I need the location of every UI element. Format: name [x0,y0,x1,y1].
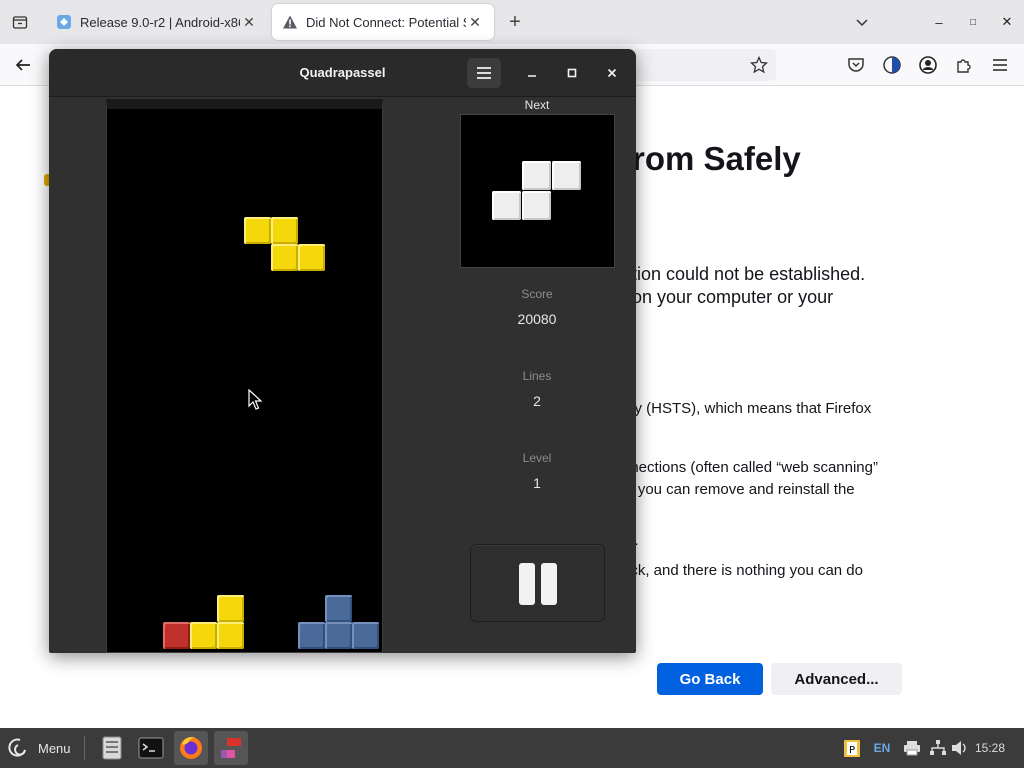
pause-button[interactable] [470,544,605,622]
close-window-button[interactable]: ✕ [997,12,1017,32]
pause-icon [541,563,557,605]
level-value: 1 [533,475,541,491]
falling-block [271,217,298,244]
menu-label: Menu [38,740,71,756]
level-label: Level [522,451,552,465]
terminal-icon[interactable] [134,731,168,765]
page-title: rom Safely [632,140,801,177]
extensions-icon[interactable] [953,54,975,76]
next-piece-block [522,191,551,220]
volume-icon[interactable] [950,738,970,758]
taskbar: Menu P EN 15:28 [0,728,1024,768]
lines-label: Lines [522,369,552,383]
settled-block [163,622,190,649]
quadrapassel-window: Quadrapassel Next Score 20080 Lines 2 Le… [49,49,636,653]
settled-block [325,622,352,649]
next-piece-block [522,161,551,190]
debian-swirl-icon [8,738,26,757]
web-scanning-text: nnections (often called “web scanning” [622,459,878,476]
file-manager-icon[interactable] [95,731,129,765]
next-label: Next [524,98,550,112]
lines-value: 2 [533,393,541,409]
falling-block [271,244,298,271]
chevron-down-icon[interactable] [852,12,872,32]
clipboard-indicator-icon[interactable]: P [842,738,862,758]
network-icon[interactable] [928,738,948,758]
account-icon[interactable] [917,54,939,76]
tab-title: Did Not Connect: Potential Se [306,14,466,30]
score-label: Score [521,287,553,301]
close-icon[interactable] [602,63,622,83]
back-arrow-icon[interactable] [12,54,34,76]
minimize-icon[interactable] [522,63,542,83]
pocket-icon[interactable] [845,54,867,76]
printer-icon[interactable] [902,738,922,758]
hamburger-icon[interactable] [989,54,1011,76]
falling-block [298,244,325,271]
tab-release[interactable]: Release 9.0-r2 | Android-x86 ✕ [46,4,268,40]
score-value: 20080 [517,311,557,327]
settled-block [190,622,217,649]
settled-block [298,622,325,649]
tab-did-not-connect[interactable]: Did Not Connect: Potential Se ✕ [272,4,494,40]
warning-icon [282,14,298,30]
separator [84,736,85,760]
start-menu-button[interactable]: Menu [6,734,71,762]
close-tab-icon[interactable]: ✕ [466,13,484,31]
advanced-button[interactable]: Advanced... [771,663,902,695]
settled-block [217,595,244,622]
go-back-button[interactable]: Go Back [657,663,763,695]
game-board[interactable] [106,99,383,653]
maximize-window-button[interactable]: □ [963,12,983,32]
sync-icon[interactable] [881,54,903,76]
quadrapassel-icon[interactable] [214,731,248,765]
tab-strip: Release 9.0-r2 | Android-x86 ✕ Did Not C… [0,0,1024,44]
hsts-text: rity (HSTS), which means that Firefox [622,400,872,417]
next-piece-preview [460,114,615,268]
tab-title: Release 9.0-r2 | Android-x86 [80,14,240,30]
mouse-cursor-icon [248,388,263,411]
next-piece-block [492,191,521,220]
keyboard-layout-indicator[interactable]: EN [870,738,894,758]
settled-block [325,595,352,622]
list-all-tabs-icon[interactable] [8,10,32,34]
maximize-icon[interactable] [562,63,582,83]
falling-block [244,217,271,244]
attack-text: ack, and there is nothing you can do [622,562,863,579]
minimize-window-button[interactable]: – [929,12,949,32]
star-icon[interactable] [748,54,770,76]
error-description: on your computer or your [632,287,834,307]
error-description: tion could not be established. [632,264,866,284]
settled-block [217,622,244,649]
settled-block [352,622,379,649]
android-x86-favicon-icon [56,14,72,30]
clock[interactable]: 15:28 [972,738,1008,758]
next-piece-block [552,161,581,190]
web-scanning-text: k, you can remove and reinstall the [622,481,855,498]
plus-icon[interactable]: + [503,10,527,34]
firefox-icon[interactable] [174,731,208,765]
close-tab-icon[interactable]: ✕ [240,13,258,31]
hamburger-icon[interactable] [467,58,501,88]
window-header: Quadrapassel [49,49,636,97]
pause-icon [519,563,535,605]
svg-text:P: P [849,745,855,756]
window-title: Quadrapassel [299,65,386,80]
